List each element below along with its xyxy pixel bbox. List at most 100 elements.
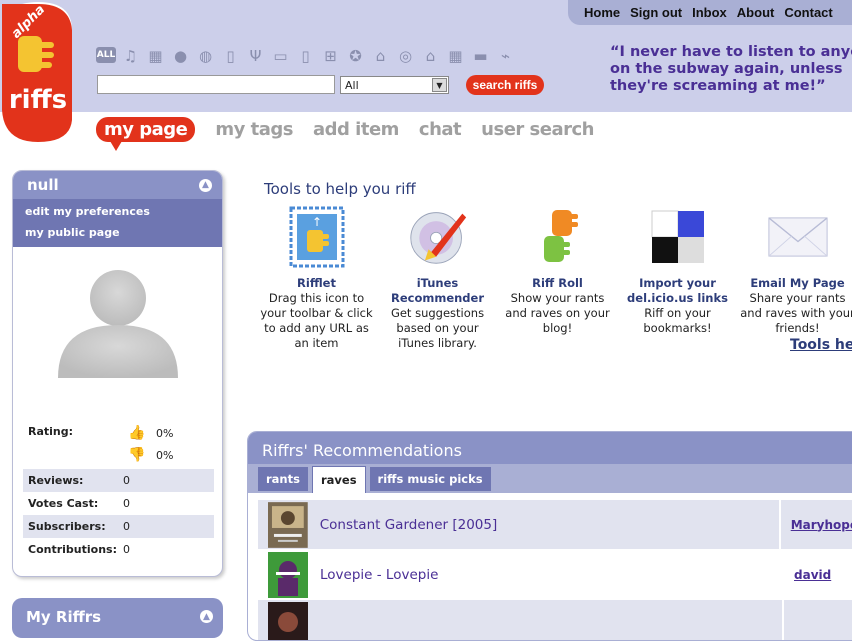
itunes-cd-icon[interactable] (408, 205, 468, 269)
profile-header: null ▲ (13, 171, 222, 199)
logo-text: riffs (9, 85, 67, 115)
stat-row: Votes Cast:0 (23, 492, 214, 515)
rating-down: 0% (156, 449, 173, 462)
stat-label: Reviews: (28, 474, 123, 487)
rating-up: 0% (156, 427, 173, 440)
recommendations-list: Constant Gardener [2005] Maryhope Lovepi… (258, 500, 852, 641)
item-title[interactable]: Constant Gardener [2005] (320, 517, 779, 533)
chevron-down-icon[interactable]: ▼ (432, 78, 447, 92)
item-user[interactable] (782, 600, 794, 641)
tool-desc: Show your rants and raves on your blog! (500, 291, 615, 336)
tool-desc: Get suggestions based on your iTunes lib… (380, 306, 495, 351)
tool-itunes[interactable]: iTunes Recommender Get suggestions based… (380, 205, 495, 351)
tab-chat[interactable]: chat (419, 119, 461, 140)
my-riffrs-title: My Riffrs (26, 608, 101, 626)
stat-value: 0 (123, 520, 130, 533)
world-icon[interactable]: ◍ (195, 45, 216, 66)
tab-my-tags[interactable]: my tags (215, 119, 293, 140)
stat-label: Subscribers: (28, 520, 123, 533)
tab-raves[interactable]: raves (312, 466, 366, 493)
category-select[interactable]: All ▼ (340, 76, 449, 94)
item-title[interactable]: Lovepie - Lovepie (320, 567, 782, 583)
nav-inbox[interactable]: Inbox (692, 5, 727, 20)
fashion-icon[interactable]: ⌂ (370, 45, 391, 66)
gadgets-icon[interactable]: ▯ (220, 45, 241, 66)
film-icon[interactable]: ▦ (145, 45, 166, 66)
tab-user-search[interactable]: user search (481, 119, 594, 140)
stat-value: 0 (123, 497, 130, 510)
nav-about[interactable]: About (737, 5, 775, 20)
recommendations-box: Riffrs' Recommendations rants raves riff… (247, 431, 852, 641)
riffs-logo[interactable]: alpha riffs (0, 0, 76, 146)
tv-icon[interactable]: ▭ (270, 45, 291, 66)
tool-rifflet[interactable]: ↑ Rifflet Drag this icon to your toolbar… (259, 205, 374, 351)
rifflet-icon[interactable]: ↑ (287, 205, 347, 269)
tool-name: Riff Roll (500, 276, 615, 291)
top-nav: Home Sign out Inbox About Contact (568, 0, 852, 25)
header-quote: “I never have to listen to anyone on the… (610, 44, 852, 95)
tool-name: iTunes Recommender (380, 276, 495, 306)
rating-label: Rating: (28, 425, 128, 438)
item-user[interactable]: Maryhope (779, 500, 852, 549)
search-button[interactable]: search riffs (466, 75, 544, 95)
tool-delicious[interactable]: Import your del.icio.us links Riff on yo… (620, 205, 735, 336)
all-icon[interactable]: ALL (96, 47, 116, 63)
stat-label: Contributions: (28, 543, 123, 556)
tool-name: Rifflet (259, 276, 374, 291)
thumbs-up-icon: 👍 (128, 425, 144, 441)
sports-icon[interactable]: ✪ (345, 45, 366, 66)
collapse-icon[interactable]: ▲ (199, 179, 212, 192)
tool-desc: Drag this icon to your toolbar & click t… (259, 291, 374, 351)
tab-rants[interactable]: rants (258, 467, 308, 491)
main-tabs: my page my tags add item chat user searc… (96, 117, 614, 142)
tool-name: Import your del.icio.us links (620, 276, 735, 306)
quote-line: they're screaming at me!” (610, 78, 852, 95)
books-icon[interactable]: ▯ (295, 45, 316, 66)
thumbs-down-icon: 👎 (128, 447, 144, 463)
svg-text:↑: ↑ (311, 215, 321, 229)
stat-label: Votes Cast: (28, 497, 123, 510)
edit-preferences-link[interactable]: edit my preferences (25, 203, 222, 224)
food-drink-icon[interactable]: Ψ (245, 45, 266, 66)
music-icon[interactable]: ♫ (120, 45, 141, 66)
tab-music-picks[interactable]: riffs music picks (370, 467, 491, 491)
tab-my-page[interactable]: my page (96, 117, 195, 142)
events-icon[interactable]: ▦ (445, 45, 466, 66)
item-cover[interactable] (268, 602, 308, 641)
list-item: Lovepie - Lovepie david (258, 550, 852, 600)
games-icon[interactable]: ⊞ (320, 45, 341, 66)
username: null (27, 176, 59, 194)
people-icon[interactable]: ● (170, 45, 191, 66)
list-item: Constant Gardener [2005] Maryhope (258, 500, 852, 550)
stat-value: 0 (123, 474, 130, 487)
search-input[interactable] (97, 75, 335, 94)
tab-add-item[interactable]: add item (313, 119, 399, 140)
delicious-icon[interactable] (648, 205, 708, 269)
collapse-icon[interactable]: ▲ (200, 610, 213, 623)
cars-icon[interactable]: ▬ (470, 45, 491, 66)
tool-riff-roll[interactable]: Riff Roll Show your rants and raves on y… (500, 205, 615, 336)
tools-help-link[interactable]: Tools help (790, 337, 852, 353)
nav-sign-out[interactable]: Sign out (630, 5, 682, 20)
category-select-value: All (345, 79, 359, 92)
tool-desc: Riff on your bookmarks! (620, 306, 735, 336)
music-cd-icon[interactable]: ◎ (395, 45, 416, 66)
item-cover[interactable] (268, 502, 308, 548)
home-icon[interactable]: ⌂ (420, 45, 441, 66)
tools-title: Tools to help you riff (264, 180, 416, 198)
profile-links: edit my preferences my public page (13, 199, 222, 247)
quote-line: “I never have to listen to anyone (610, 44, 852, 61)
public-page-link[interactable]: my public page (25, 224, 222, 245)
stats-rows: Reviews:0 Votes Cast:0 Subscribers:0 Con… (23, 469, 214, 561)
nav-home[interactable]: Home (584, 5, 620, 20)
envelope-icon[interactable] (768, 205, 828, 269)
profile-stats: Rating: 👍0% 👎0% Reviews:0 Votes Cast:0 S… (23, 419, 214, 561)
tool-email[interactable]: Email My Page Share your rants and raves… (740, 205, 852, 336)
riff-roll-icon[interactable] (528, 205, 588, 269)
stat-value: 0 (123, 543, 130, 556)
stat-row: Contributions:0 (23, 538, 214, 561)
item-user[interactable]: david (782, 550, 831, 599)
tech-icon[interactable]: ⌁ (495, 45, 516, 66)
nav-contact[interactable]: Contact (784, 5, 832, 20)
item-cover[interactable] (268, 552, 308, 598)
